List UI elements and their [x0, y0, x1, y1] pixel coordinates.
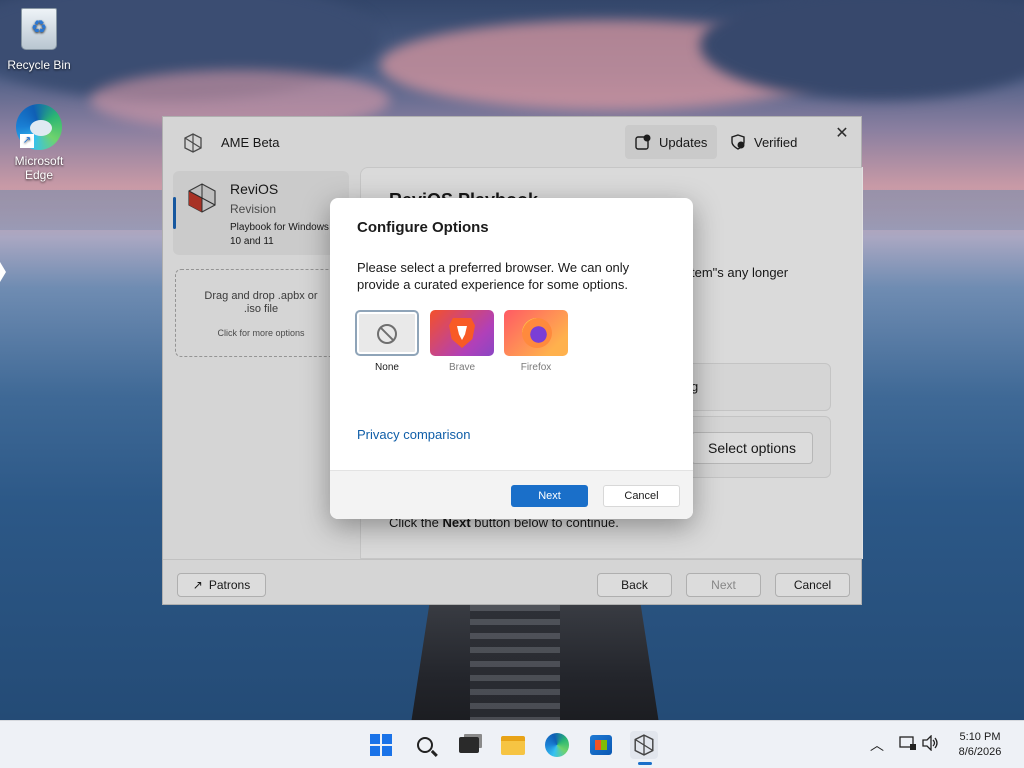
none-icon: [377, 324, 397, 344]
folder-icon: [501, 735, 525, 755]
browser-option-label: Brave: [448, 362, 476, 373]
recycle-bin-icon: [16, 8, 62, 54]
desktop-icon-label: Recycle Bin: [7, 58, 71, 72]
desktop-icon-label: Microsoft Edge: [14, 154, 64, 182]
windows-logo-icon: [370, 734, 392, 756]
dialog-cancel-button[interactable]: Cancel: [603, 485, 680, 507]
store-button[interactable]: [587, 731, 615, 759]
browser-option-brave[interactable]: Brave: [430, 310, 494, 373]
search-icon: [417, 737, 433, 753]
file-explorer-button[interactable]: [499, 731, 527, 759]
privacy-comparison-link[interactable]: Privacy comparison: [357, 427, 470, 442]
desktop-icon-edge[interactable]: ↗ Microsoft Edge: [4, 104, 74, 182]
brave-icon: [449, 318, 475, 348]
task-view-button[interactable]: [455, 731, 483, 759]
ame-taskbar-button[interactable]: [630, 731, 658, 765]
browser-option-firefox[interactable]: Firefox: [504, 310, 568, 373]
volume-icon[interactable]: [922, 734, 940, 754]
dialog-title: Configure Options: [357, 219, 489, 236]
desktop-icon-recycle-bin[interactable]: Recycle Bin: [4, 8, 74, 72]
chevron-up-icon[interactable]: ︿: [870, 735, 884, 755]
taskbar: ︿ 5:10 PM 8/6/2026: [0, 720, 1024, 768]
browser-option-label: None: [375, 362, 399, 373]
start-button[interactable]: [367, 731, 395, 759]
task-view-icon: [459, 737, 479, 753]
mouse-cursor-icon: [0, 262, 6, 282]
edge-icon: ↗: [16, 104, 62, 150]
firefox-icon: [522, 318, 552, 348]
shortcut-arrow-icon: ↗: [20, 134, 34, 148]
search-button[interactable]: [411, 731, 439, 759]
pier-steps: [470, 605, 560, 720]
clock[interactable]: 5:10 PM 8/6/2026: [948, 730, 1012, 760]
network-icon[interactable]: [899, 735, 917, 754]
edge-icon: [545, 733, 569, 757]
dialog-description: Please select a preferred browser. We ca…: [357, 260, 630, 292]
edge-taskbar-button[interactable]: [543, 731, 571, 759]
clock-time: 5:10 PM: [959, 731, 1001, 743]
ame-logo-icon: [634, 734, 654, 756]
dialog-next-button[interactable]: Next: [511, 485, 588, 507]
browser-option-label: Firefox: [520, 362, 552, 373]
configure-options-dialog: Configure Options Please select a prefer…: [330, 198, 693, 519]
dialog-footer: Next Cancel: [330, 470, 693, 519]
clock-date: 8/6/2026: [958, 746, 1002, 758]
store-icon: [590, 735, 612, 755]
browser-option-none[interactable]: None: [355, 310, 419, 373]
